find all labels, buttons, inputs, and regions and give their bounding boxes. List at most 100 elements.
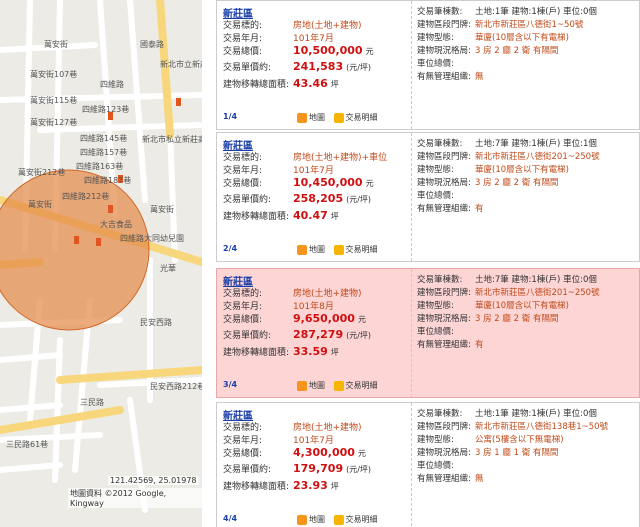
row-total: 交易總價: 10,500,000 元 bbox=[223, 44, 374, 57]
map-road-label: 萬安街 bbox=[28, 200, 52, 209]
detail-button-label: 交易明細 bbox=[345, 113, 378, 122]
map-road-label: 四維路212巷 bbox=[62, 192, 110, 201]
transaction-list[interactable]: 新莊區 交易標的: 房地(土地+建物) 交易年月: 101年7月 交易總價: 10,5… bbox=[216, 0, 640, 527]
map-button-label: 地圖 bbox=[309, 381, 325, 390]
parking-label: 車位總價: bbox=[417, 59, 454, 69]
row-count: 交易筆棟數: 土地:7筆 建物:1棟(戶) 車位:0個 bbox=[417, 273, 597, 285]
document-icon bbox=[333, 380, 344, 391]
map-road-label: 萬安街212巷 bbox=[18, 168, 66, 177]
unit-yuan: 元 bbox=[365, 47, 374, 56]
type-value: 房地(土地+建物) bbox=[293, 289, 362, 299]
unit-area: 坪 bbox=[330, 212, 339, 221]
row-kind: 建物型態: 公寓(5樓含以下無電梯) bbox=[417, 433, 564, 445]
total-label: 交易總價: bbox=[223, 179, 263, 189]
year-value: 101年7月 bbox=[293, 34, 334, 44]
address-label: 建物區段門牌: bbox=[417, 20, 471, 30]
map-coordinates: 121.42569, 25.01978 bbox=[108, 476, 199, 485]
row-type: 交易標的: 房地(土地+建物) bbox=[223, 286, 362, 299]
unit-ping: (元/坪) bbox=[346, 195, 372, 204]
page-indicator: 4/4 bbox=[223, 514, 238, 523]
transaction-card[interactable]: 新莊區 交易標的: 房地(土地+建物) 交易年月: 101年8月 交易總價: 9,65… bbox=[216, 268, 640, 398]
type-label: 交易標的: bbox=[223, 289, 263, 299]
total-label: 交易總價: bbox=[223, 449, 263, 459]
unit-price-label: 交易單價約: bbox=[223, 331, 272, 341]
map-button-label: 地圖 bbox=[309, 515, 325, 524]
area-label: 建物移轉總面積: bbox=[223, 80, 290, 90]
area-value: 23.93 bbox=[293, 479, 328, 492]
unit-price-label: 交易單價約: bbox=[223, 63, 272, 73]
map-button[interactable]: 地圖 bbox=[297, 244, 325, 255]
transaction-card[interactable]: 新莊區 交易標的: 房地(土地+建物) 交易年月: 101年7月 交易總價: 4,30… bbox=[216, 402, 640, 527]
row-unit-price: 交易單價約: 258,205 (元/坪) bbox=[223, 192, 371, 205]
map-icon bbox=[297, 244, 307, 255]
transaction-card[interactable]: 新莊區 交易標的: 房地(土地+建物) 交易年月: 101年7月 交易總價: 10,5… bbox=[216, 0, 640, 130]
unit-area: 坪 bbox=[330, 348, 339, 357]
row-mgmt: 有無管理組織: 有 bbox=[417, 338, 484, 350]
row-address: 建物區段門牌: 新北市新莊區八德街1~50號 bbox=[417, 18, 583, 30]
unit-yuan: 元 bbox=[365, 179, 374, 188]
map-road-label: 四維路157巷 bbox=[80, 148, 128, 157]
document-icon bbox=[333, 514, 344, 525]
document-icon bbox=[333, 244, 344, 255]
layout-label: 建物現況格局: bbox=[417, 178, 471, 188]
row-unit-price: 交易單價約: 179,709 (元/坪) bbox=[223, 462, 371, 475]
page-indicator: 2/4 bbox=[223, 244, 238, 253]
detail-button-label: 交易明細 bbox=[345, 381, 378, 390]
kind-label: 建物型態: bbox=[417, 165, 454, 175]
detail-button[interactable]: 交易明細 bbox=[333, 112, 378, 123]
row-layout: 建物現況格局: 3 房 1 廳 1 衛 有隔間 bbox=[417, 446, 558, 458]
row-type: 交易標的: 房地(土地+建物) bbox=[223, 18, 362, 31]
document-icon bbox=[333, 112, 344, 123]
unit-price-label: 交易單價約: bbox=[223, 465, 272, 475]
count-label: 交易筆棟數: bbox=[417, 139, 463, 149]
map-road-label: 萬安街 bbox=[44, 40, 68, 49]
address-value: 新北市新莊區八德街201~250號 bbox=[475, 288, 600, 298]
card-details: 交易筆棟數: 土地:7筆 建物:1棟(戶) 車位:1個 建物區段門牌: 新北市新莊區… bbox=[417, 133, 640, 261]
map-road-label: 萬安街 bbox=[150, 205, 174, 214]
map-road-label: 四維路145巷 bbox=[80, 134, 128, 143]
mgmt-value: 有 bbox=[475, 204, 484, 214]
type-value: 房地(土地+建物) bbox=[293, 423, 362, 433]
transaction-card[interactable]: 新莊區 交易標的: 房地(土地+建物)+車位 交易年月: 101年7月 交易總價: 1… bbox=[216, 132, 640, 262]
map-road-label: 國泰路 bbox=[140, 40, 164, 49]
map-button[interactable]: 地圖 bbox=[297, 514, 325, 525]
parking-label: 車位總價: bbox=[417, 461, 454, 471]
unit-price-label: 交易單價約: bbox=[223, 195, 272, 205]
row-mgmt: 有無管理組織: 有 bbox=[417, 202, 484, 214]
kind-label: 建物型態: bbox=[417, 301, 454, 311]
map-button[interactable]: 地圖 bbox=[297, 380, 325, 391]
year-value: 101年7月 bbox=[293, 436, 334, 446]
row-parking: 車位總價: bbox=[417, 459, 475, 471]
row-layout: 建物現況格局: 3 房 2 廳 2 衛 有隔間 bbox=[417, 312, 558, 324]
kind-value: 公寓(5樓含以下無電梯) bbox=[475, 435, 564, 445]
card-details: 交易筆棟數: 土地:1筆 建物:1棟(戶) 車位:0個 建物區段門牌: 新北市新莊區… bbox=[417, 1, 640, 129]
detail-button[interactable]: 交易明細 bbox=[333, 244, 378, 255]
map-road-label: 三民路61巷 bbox=[6, 440, 49, 449]
unit-yuan: 元 bbox=[357, 315, 366, 324]
map-panel[interactable]: 萬安街 萬安街107巷 萬安街115巷 萬安街127巷 萬安街212巷 萬安街 … bbox=[0, 0, 202, 527]
unit-area: 坪 bbox=[330, 482, 339, 491]
year-value: 101年7月 bbox=[293, 166, 334, 176]
card-details: 交易筆棟數: 土地:7筆 建物:1棟(戶) 車位:0個 建物區段門牌: 新北市新莊區… bbox=[417, 269, 640, 397]
detail-button[interactable]: 交易明細 bbox=[333, 514, 378, 525]
mgmt-label: 有無管理組織: bbox=[417, 340, 471, 350]
area-label: 建物移轉總面積: bbox=[223, 482, 290, 492]
layout-label: 建物現況格局: bbox=[417, 46, 471, 56]
type-label: 交易標的: bbox=[223, 423, 263, 433]
row-total: 交易總價: 10,450,000 元 bbox=[223, 176, 374, 189]
map-button[interactable]: 地圖 bbox=[297, 112, 325, 123]
layout-value: 3 房 2 廳 2 衛 有隔間 bbox=[475, 46, 559, 56]
detail-button[interactable]: 交易明細 bbox=[333, 380, 378, 391]
layout-value: 3 房 1 廳 1 衛 有隔間 bbox=[475, 448, 559, 458]
total-value: 4,300,000 bbox=[293, 446, 355, 459]
card-buttons: 地圖 交易明細 bbox=[297, 112, 384, 123]
card-buttons: 地圖 交易明細 bbox=[297, 244, 384, 255]
row-parking: 車位總價: bbox=[417, 57, 475, 69]
parking-label: 車位總價: bbox=[417, 327, 454, 337]
page-indicator: 1/4 bbox=[223, 112, 238, 121]
total-label: 交易總價: bbox=[223, 315, 263, 325]
mgmt-label: 有無管理組織: bbox=[417, 204, 471, 214]
parking-label: 車位總價: bbox=[417, 191, 454, 201]
area-value: 43.46 bbox=[293, 77, 328, 90]
row-area: 建物移轉總面積: 23.93 坪 bbox=[223, 479, 339, 492]
